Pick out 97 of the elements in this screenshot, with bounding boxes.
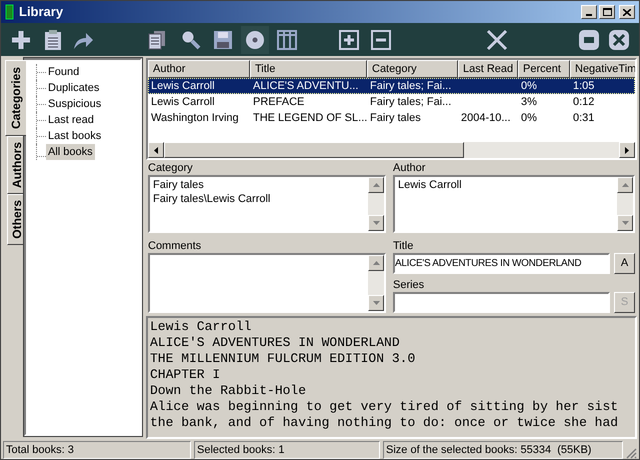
column-header[interactable]: Title	[250, 60, 367, 78]
comments-field[interactable]	[148, 253, 386, 313]
series-field[interactable]	[393, 292, 610, 313]
column-header[interactable]: Last Read	[458, 60, 518, 78]
column-header[interactable]: Category	[367, 60, 458, 78]
horizontal-scrollbar[interactable]	[148, 142, 635, 158]
category-list[interactable]: Fairy tales Fairy tales\Lewis Carroll	[148, 175, 386, 233]
left-arrow-icon	[154, 146, 158, 154]
close-icon	[608, 28, 630, 50]
close-button[interactable]	[619, 5, 635, 19]
tree-item[interactable]: Suspicious	[46, 96, 104, 112]
title-field[interactable]: ALICE'S ADVENTURES IN WONDERLAND	[393, 253, 610, 274]
list-item: Lewis Carroll	[398, 178, 463, 192]
right-arrow-icon	[625, 146, 629, 154]
table-cell-text: ALICE'S ADVENTU...	[252, 78, 360, 94]
window-title: Library	[19, 3, 64, 22]
table-cell-text: Lewis Carroll	[150, 78, 216, 94]
table-row[interactable]: Lewis Carroll PREFACE Fairy tales; Fai... 3% 0:12	[148, 94, 635, 110]
maximize-button[interactable]	[599, 5, 615, 19]
scroll-up-button[interactable]	[617, 177, 633, 193]
table-cell-text: PREFACE	[252, 94, 306, 110]
tree-item[interactable]: Duplicates	[46, 80, 102, 96]
preview-line: Lewis Carroll	[150, 319, 252, 335]
table-cell-text: Lewis Carroll	[150, 94, 216, 110]
column-header[interactable]: Author	[148, 60, 250, 78]
plus-icon	[10, 28, 32, 50]
search-icon	[181, 30, 201, 50]
book-icon	[5, 4, 15, 20]
down-arrow-icon	[372, 301, 380, 305]
cross-icon	[486, 28, 508, 50]
minus-square-icon	[371, 30, 391, 50]
field-label: Category	[148, 161, 194, 175]
field-label: Author	[393, 161, 426, 175]
table-row[interactable]: Lewis Carroll ALICE'S ADVENTU... Fairy tales; Fai... 0% 1:05	[148, 78, 635, 94]
scroll-right-button[interactable]	[619, 142, 635, 158]
scroll-left-button[interactable]	[148, 142, 164, 158]
down-arrow-icon	[372, 221, 380, 225]
table-columns-icon	[277, 30, 297, 50]
tree-item[interactable]: Found	[46, 64, 82, 80]
scroll-down-button[interactable]	[368, 295, 384, 311]
table-cell-text: 0%	[520, 110, 538, 126]
scroll-thumb[interactable]	[164, 142, 464, 158]
down-arrow-icon	[622, 221, 628, 225]
table-cell-text: 3%	[520, 94, 538, 110]
documents-icon	[148, 30, 166, 50]
tree-item[interactable]: All books	[46, 144, 95, 160]
table-cell-text: Fairy tales	[369, 110, 422, 126]
preview-line: Down the Rabbit-Hole	[150, 383, 308, 399]
table-cell-text: Washington Irving	[150, 110, 240, 126]
list-item: Fairy tales	[153, 178, 205, 192]
field-label: Series	[393, 278, 426, 292]
column-header[interactable]: Percent	[518, 60, 570, 78]
tree-item[interactable]: Last read	[46, 112, 96, 128]
table-cell-text: THE LEGEND OF SL...	[252, 110, 367, 126]
up-arrow-icon	[372, 183, 380, 187]
vertical-scrollbar[interactable]	[368, 177, 384, 231]
status-text: Size of the selected books: 55334 (55KB)	[383, 441, 623, 459]
disc-button[interactable]	[241, 26, 269, 54]
scroll-down-button[interactable]	[617, 215, 633, 231]
title-button[interactable]: A	[614, 253, 635, 274]
close-icon	[623, 8, 631, 16]
vertical-scrollbar[interactable]	[617, 177, 633, 231]
table-cell-text: 0:31	[572, 110, 596, 126]
status-text: Selected books: 1	[194, 441, 380, 459]
table-cell-text: Fairy tales; Fai...	[369, 94, 452, 110]
up-arrow-icon	[622, 183, 628, 187]
field-label: Comments	[148, 239, 202, 253]
preview-line: the bank, and of having nothing to do: once or twice she had	[150, 415, 620, 431]
table-cell-text: 1:05	[572, 78, 596, 94]
table-cell-text: 0%	[520, 78, 538, 94]
scroll-up-button[interactable]	[368, 177, 384, 193]
up-arrow-icon	[372, 261, 380, 265]
list-item: Fairy tales\Lewis Carroll	[153, 192, 272, 206]
scroll-down-button[interactable]	[368, 215, 384, 231]
minimize-button[interactable]	[581, 5, 597, 19]
tree-item[interactable]: Last books	[46, 128, 104, 144]
minimize-icon	[586, 14, 592, 16]
author-list[interactable]: Lewis Carroll	[393, 175, 635, 233]
table-cell-text: 2004-10...	[460, 110, 512, 126]
window-icon	[578, 28, 600, 50]
scroll-up-button[interactable]	[368, 255, 384, 271]
disc-icon	[245, 30, 265, 50]
preview-line: THE MILLENNIUM FULCRUM EDITION 3.0	[150, 351, 416, 367]
table-row[interactable]: Washington Irving THE LEGEND OF SL... Fairy tales 2004-10... 0% 0:31	[148, 110, 635, 126]
side-tab[interactable]: Categories	[5, 60, 26, 136]
status-text: Total books: 3	[3, 441, 191, 459]
maximize-icon	[602, 8, 612, 16]
table-cell-text: 0:12	[572, 94, 596, 110]
table-cell-text: Fairy tales; Fai...	[369, 78, 452, 94]
preview-line: Alice was beginning to get very tired of sitting by her sist	[150, 399, 620, 415]
plus-square-icon	[339, 30, 359, 50]
preview-line: CHAPTER I	[150, 367, 222, 383]
clipboard-icon	[43, 28, 63, 50]
preview-line: ALICE'S ADVENTURES IN WONDERLAND	[150, 335, 401, 351]
resize-grip-icon	[626, 448, 637, 459]
field-label: Title	[393, 239, 414, 253]
vertical-scrollbar[interactable]	[368, 255, 384, 311]
